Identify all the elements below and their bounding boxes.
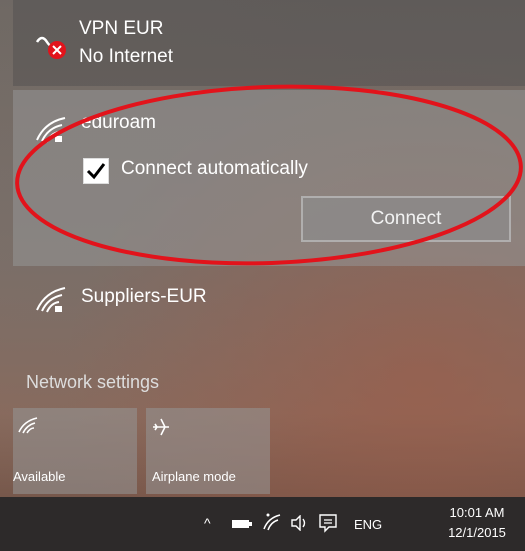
network-item-eduroam[interactable]: eduroam Connect automatically Connect [13, 90, 525, 266]
vpn-connection-item[interactable]: VPN EUR No Internet [13, 0, 525, 86]
quick-action-label: Available [13, 469, 66, 484]
clock-time: 10:01 AM [449, 505, 505, 520]
vpn-status: No Internet [79, 46, 173, 67]
show-hidden-icons-chevron[interactable]: ^ [204, 515, 211, 531]
network-tray-icon[interactable] [262, 513, 282, 531]
vpn-disconnected-icon [35, 36, 66, 59]
wifi-secured-icon [36, 287, 66, 313]
network-settings-link[interactable]: Network settings [26, 372, 159, 393]
wifi-secured-icon [36, 117, 66, 143]
network-item-suppliers[interactable]: Suppliers-EUR [13, 268, 525, 336]
quick-action-wifi[interactable]: Available [13, 408, 137, 494]
battery-icon[interactable] [232, 519, 252, 529]
vpn-name: VPN EUR [79, 18, 164, 39]
wifi-icon [18, 417, 38, 434]
taskbar: ^ ENG 10:01 AM 12/1/2015 [0, 497, 525, 551]
network-name: eduroam [81, 112, 156, 133]
quick-action-airplane[interactable]: Airplane mode [146, 408, 270, 494]
connect-automatically-label: Connect automatically [121, 158, 308, 179]
volume-icon[interactable] [290, 515, 310, 531]
connect-button[interactable]: Connect [301, 196, 511, 242]
connect-automatically-checkbox[interactable] [83, 158, 109, 184]
network-name: Suppliers-EUR [81, 286, 207, 307]
clock[interactable]: 10:01 AM 12/1/2015 [436, 503, 518, 543]
checkmark-icon [86, 163, 106, 180]
network-flyout: VPN EUR No Internet eduroam Connect auto… [13, 0, 525, 497]
action-center-icon[interactable] [318, 513, 338, 533]
quick-action-label: Airplane mode [152, 469, 236, 484]
clock-date: 12/1/2015 [448, 525, 506, 540]
language-indicator[interactable]: ENG [354, 517, 382, 532]
airplane-icon [153, 418, 169, 436]
